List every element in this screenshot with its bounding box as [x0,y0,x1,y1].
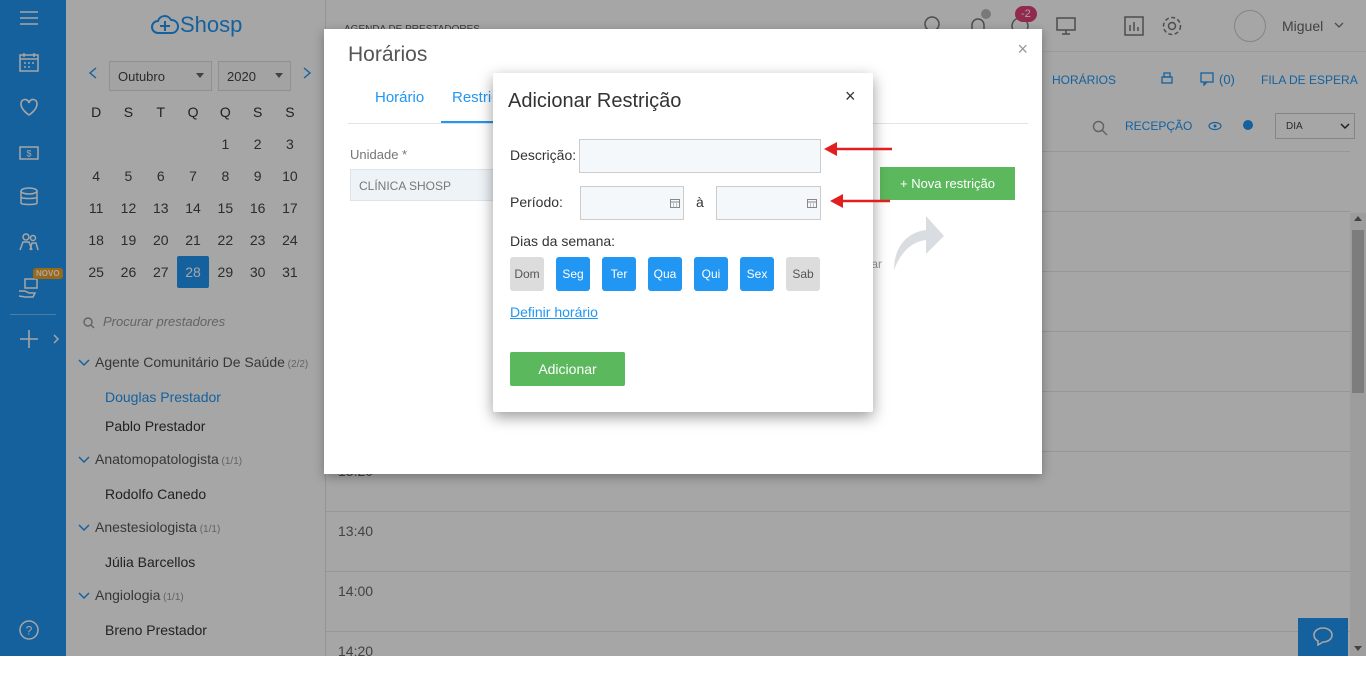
weekday-toggle-sex[interactable]: Sex [740,257,774,291]
weekday-toggle-ter[interactable]: Ter [602,257,636,291]
close-icon[interactable]: × [845,86,856,107]
unidade-label: Unidade * [350,147,408,162]
weekday-toggle-seg[interactable]: Seg [556,257,590,291]
weekday-toggle-dom[interactable]: Dom [510,257,544,291]
weekday-toggle-sab[interactable]: Sab [786,257,820,291]
dias-semana-label: Dias da semana: [510,233,616,249]
adicionar-restricao-modal: Adicionar Restrição × Descrição: Período… [493,73,873,412]
nova-restricao-button[interactable]: + Nova restrição [880,167,1015,200]
descricao-input[interactable] [579,139,821,173]
descricao-label: Descrição: [510,147,577,163]
periodo-inicio-input[interactable] [580,186,684,220]
periodo-separator: à [696,194,704,210]
calendar-icon[interactable] [807,198,817,208]
tab-horario[interactable]: Horário [375,89,424,106]
arrow-up-icon [890,212,946,272]
close-icon[interactable]: × [1017,39,1028,60]
calendar-icon[interactable] [670,198,680,208]
modal-title: Adicionar Restrição [508,90,682,112]
adicionar-button[interactable]: Adicionar [510,352,625,386]
unidade-field[interactable]: CLÍNICA SHOSP [350,169,510,201]
tab-restricoes[interactable]: Restrições [452,89,492,106]
periodo-fim-input[interactable] [716,186,821,220]
red-arrow-icon [828,192,892,210]
modal-title: Horários [348,43,428,66]
red-arrow-icon [822,140,894,158]
weekday-toggle-qui[interactable]: Qui [694,257,728,291]
periodo-label: Período: [510,194,563,210]
weekday-toggle-qua[interactable]: Qua [648,257,682,291]
definir-horario-link[interactable]: Definir horário [510,304,598,320]
